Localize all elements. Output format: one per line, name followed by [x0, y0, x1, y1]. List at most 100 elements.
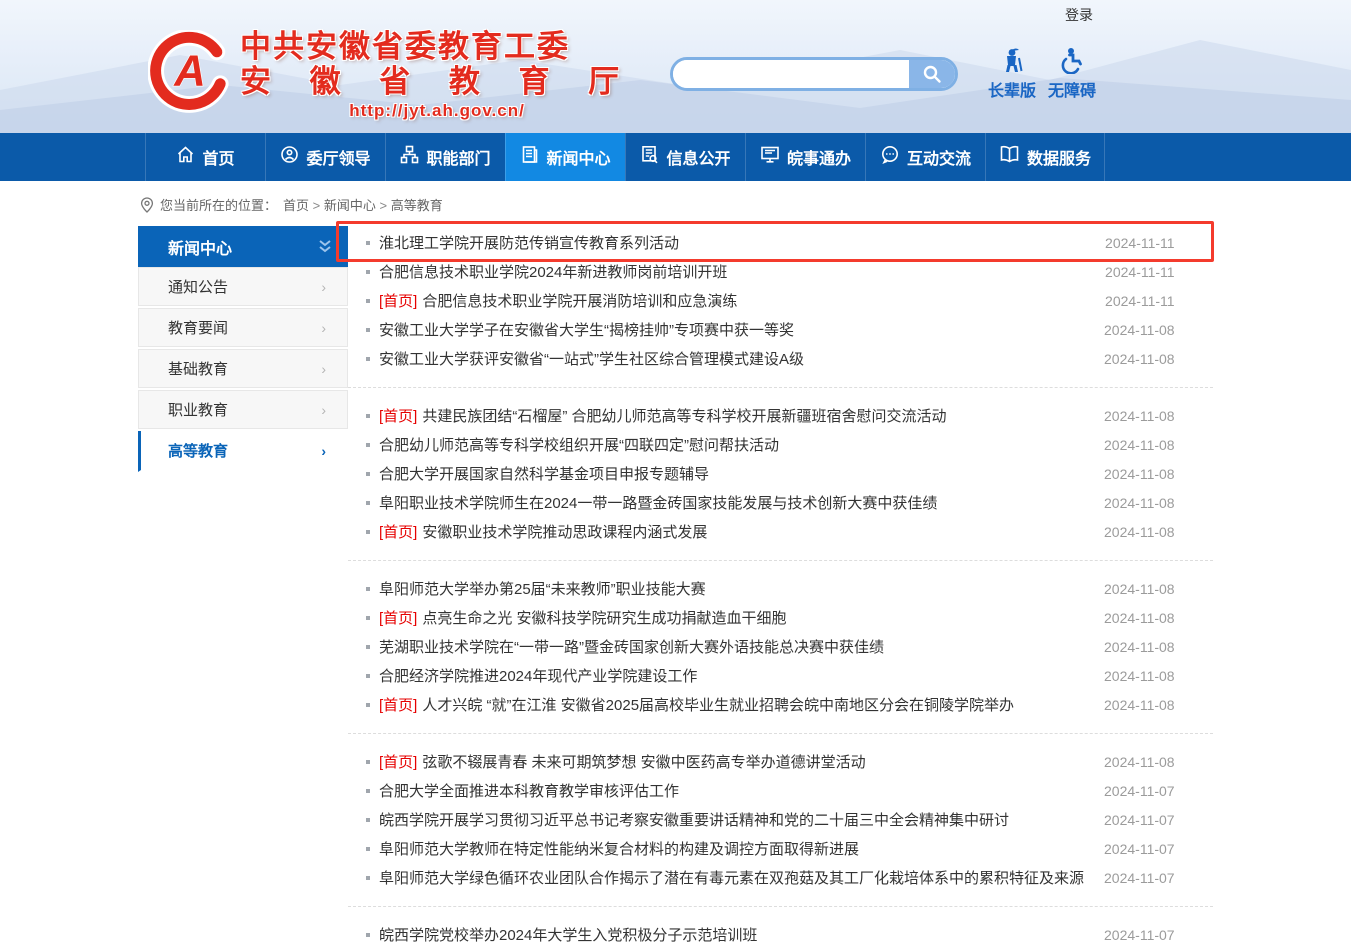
breadcrumb-prefix: 您当前所在的位置：: [160, 195, 277, 214]
search-box: [670, 57, 958, 91]
accessibility-link[interactable]: 无障碍: [1042, 46, 1102, 101]
news-item[interactable]: [首页]弦歌不辍展青春 未来可期筑梦想 安徽中医药高专举办道德讲堂活动2024-…: [348, 747, 1213, 776]
login-link[interactable]: 登录: [1065, 5, 1093, 25]
sidebar-title: 新闻中心: [138, 226, 348, 267]
news-item[interactable]: 淮北理工学院开展防范传销宣传教育系列活动2024-11-11: [348, 228, 1213, 257]
news-item[interactable]: 皖西学院开展学习贯彻习近平总书记考察安徽重要讲话精神和党的二十届三中全会精神集中…: [348, 805, 1213, 834]
news-item[interactable]: 合肥大学全面推进本科教育教学审核评估工作2024-11-07: [348, 776, 1213, 805]
news-item[interactable]: [首页]人才兴皖 “就”在江淮 安徽省2025届高校毕业生就业招聘会皖中南地区分…: [348, 690, 1213, 719]
sidebar-item-label: 基础教育: [168, 358, 228, 379]
bullet-dot: [366, 933, 370, 937]
nav-item-label: 职能部门: [426, 145, 490, 169]
chevron-right-icon: ›: [321, 279, 326, 295]
nav-item-职能部门[interactable]: 职能部门: [385, 133, 505, 181]
news-date: 2024-11-07: [1084, 841, 1175, 857]
bullet-dot: [366, 443, 370, 447]
news-item[interactable]: 皖西学院党校举办2024年大学生入党积极分子示范培训班2024-11-07: [348, 920, 1213, 947]
news-title-link[interactable]: 合肥幼儿师范高等专科学校组织开展“四联四定”慰问帮扶活动: [379, 434, 779, 455]
news-item[interactable]: 阜阳师范大学绿色循环农业团队合作揭示了潜在有毒元素在双孢菇及其工厂化栽培体系中的…: [348, 863, 1213, 892]
site-logo[interactable]: A 中共安徽省委教育工委 安 徽 省 教 育 厅 http://jyt.ah.g…: [148, 30, 634, 122]
news-title-link[interactable]: 皖西学院开展学习贯彻习近平总书记考察安徽重要讲话精神和党的二十届三中全会精神集中…: [379, 809, 1009, 830]
news-title-link[interactable]: 点亮生命之光 安徽科技学院研究生成功捐献造血干细胞: [422, 607, 786, 628]
nav-item-互动交流[interactable]: 互动交流: [865, 133, 985, 181]
news-date: 2024-11-08: [1084, 668, 1175, 684]
bullet-dot: [366, 414, 370, 418]
bullet-dot: [366, 530, 370, 534]
news-title-link[interactable]: 合肥经济学院推进2024年现代产业学院建设工作: [379, 665, 697, 686]
news-item[interactable]: 合肥信息技术职业学院2024年新进教师岗前培训开班2024-11-11: [348, 257, 1213, 286]
news-title-link[interactable]: 共建民族团结“石榴屋” 合肥幼儿师范高等专科学校开展新疆班宿舍慰问交流活动: [422, 405, 946, 426]
news-title-link[interactable]: 合肥信息技术职业学院2024年新进教师岗前培训开班: [379, 261, 727, 282]
bullet-dot: [366, 501, 370, 505]
news-date: 2024-11-08: [1084, 351, 1175, 367]
news-item[interactable]: 阜阳职业技术学院师生在2024一带一路暨金砖国家技能发展与技术创新大赛中获佳绩2…: [348, 488, 1213, 517]
news-title-link[interactable]: 安徽工业大学学子在安徽省大学生“揭榜挂帅”专项赛中获一等奖: [379, 319, 794, 340]
nav-item-皖事通办[interactable]: 皖事通办: [745, 133, 865, 181]
sidebar-item-教育要闻[interactable]: 教育要闻›: [138, 308, 348, 349]
nav-item-首页[interactable]: 首页: [145, 133, 265, 181]
nav-item-新闻中心[interactable]: 新闻中心: [505, 133, 625, 181]
search-input[interactable]: [673, 60, 909, 88]
nav-item-label: 皖事通办: [787, 145, 851, 169]
main-navigation: 首页委厅领导 职能部门新闻中心信息公开 皖事通办互动交流数据服务: [0, 133, 1351, 181]
news-item[interactable]: [首页]安徽职业技术学院推动思政课程内涵式发展2024-11-08: [348, 517, 1213, 546]
site-url: http://jyt.ah.gov.cn/: [240, 100, 634, 122]
chevron-right-icon: ›: [321, 361, 326, 377]
sidebar-item-基础教育[interactable]: 基础教育 ›: [138, 349, 348, 390]
news-title-link[interactable]: 合肥大学全面推进本科教育教学审核评估工作: [379, 780, 679, 801]
bullet-dot: [366, 472, 370, 476]
site-logo-icon: A: [148, 30, 232, 114]
news-date: 2024-11-11: [1085, 293, 1175, 309]
news-title-link[interactable]: 阜阳职业技术学院师生在2024一带一路暨金砖国家技能发展与技术创新大赛中获佳绩: [379, 492, 937, 513]
news-title-link[interactable]: 阜阳师范大学举办第25届“未来教师”职业技能大赛: [379, 578, 706, 599]
news-group: [首页]弦歌不辍展青春 未来可期筑梦想 安徽中医药高专举办道德讲堂活动2024-…: [348, 733, 1213, 892]
news-title-link[interactable]: 淮北理工学院开展防范传销宣传教育系列活动: [379, 232, 679, 253]
double-chevron-down-icon[interactable]: [316, 239, 334, 255]
news-item[interactable]: 合肥大学开展国家自然科学基金项目申报专题辅导2024-11-08: [348, 459, 1213, 488]
news-item[interactable]: 安徽工业大学学子在安徽省大学生“揭榜挂帅”专项赛中获一等奖2024-11-08: [348, 315, 1213, 344]
news-item[interactable]: 阜阳师范大学教师在特定性能纳米复合材料的构建及调控方面取得新进展 2024-11-…: [348, 834, 1213, 863]
news-item[interactable]: 安徽工业大学获评安徽省“一站式”学生社区综合管理模式建设A级 2024-11-08: [348, 344, 1213, 373]
news-item[interactable]: [首页]共建民族团结“石榴屋” 合肥幼儿师范高等专科学校开展新疆班宿舍慰问交流活…: [348, 401, 1213, 430]
news-title-link[interactable]: 芜湖职业技术学院在“一带一路”暨金砖国家创新大赛外语技能总决赛中获佳绩: [379, 636, 884, 657]
news-item[interactable]: 合肥幼儿师范高等专科学校组织开展“四联四定”慰问帮扶活动2024-11-08: [348, 430, 1213, 459]
sidebar-item-职业教育[interactable]: 职业教育›: [138, 390, 348, 431]
news-title-link[interactable]: 合肥信息技术职业学院开展消防培训和应急演练: [422, 290, 737, 311]
nav-item-委厅领导[interactable]: 委厅领导: [265, 133, 385, 181]
sidebar-item-高等教育[interactable]: 高等教育›: [138, 431, 348, 472]
news-title-link[interactable]: 弦歌不辍展青春 未来可期筑梦想 安徽中医药高专举办道德讲堂活动: [422, 751, 865, 772]
nav-item-信息公开[interactable]: 信息公开: [625, 133, 745, 181]
news-title-link[interactable]: 合肥大学开展国家自然科学基金项目申报专题辅导: [379, 463, 709, 484]
bullet-dot: [366, 616, 370, 620]
breadcrumb-trail: 首页 > 新闻中心 > 高等教育: [283, 195, 443, 214]
news-item[interactable]: [首页]合肥信息技术职业学院开展消防培训和应急演练2024-11-11: [348, 286, 1213, 315]
front-page-tag: [首页]: [379, 405, 417, 426]
news-group: 皖西学院党校举办2024年大学生入党积极分子示范培训班2024-11-07合肥幼…: [348, 906, 1213, 947]
breadcrumb-separator: >: [309, 198, 324, 213]
news-item[interactable]: [首页]点亮生命之光 安徽科技学院研究生成功捐献造血干细胞2024-11-08: [348, 603, 1213, 632]
elder-version-link[interactable]: 长辈版: [982, 46, 1042, 101]
news-date: 2024-11-08: [1084, 754, 1175, 770]
doc-search-icon: [640, 145, 659, 169]
news-title-link[interactable]: 人才兴皖 “就”在江淮 安徽省2025届高校毕业生就业招聘会皖中南地区分会在铜陵…: [422, 694, 1014, 715]
sidebar-item-通知公告[interactable]: 通知公告›: [138, 267, 348, 308]
site-header: 登录 A 中共安徽省委教育工委 安 徽 省 教 育 厅 http://jyt.a…: [0, 0, 1351, 133]
breadcrumb-link-高等教育[interactable]: 高等教育: [391, 198, 443, 213]
news-title-link[interactable]: 阜阳师范大学绿色循环农业团队合作揭示了潜在有毒元素在双孢菇及其工厂化栽培体系中的…: [379, 867, 1084, 888]
search-button[interactable]: [909, 60, 955, 88]
breadcrumb-link-新闻中心[interactable]: 新闻中心: [324, 198, 376, 213]
news-title-link[interactable]: 安徽工业大学获评安徽省“一站式”学生社区综合管理模式建设A级: [379, 348, 804, 369]
sidebar-item-label: 职业教育: [168, 399, 228, 420]
news-doc-icon: [520, 145, 539, 169]
breadcrumb-link-首页[interactable]: 首页: [283, 198, 309, 213]
news-item[interactable]: 阜阳师范大学举办第25届“未来教师”职业技能大赛2024-11-08: [348, 574, 1213, 603]
news-item[interactable]: 芜湖职业技术学院在“一带一路”暨金砖国家创新大赛外语技能总决赛中获佳绩2024-…: [348, 632, 1213, 661]
sidebar-item-label: 高等教育: [168, 440, 228, 461]
news-title-link[interactable]: 皖西学院党校举办2024年大学生入党积极分子示范培训班: [379, 924, 757, 945]
news-title-link[interactable]: 安徽职业技术学院推动思政课程内涵式发展: [422, 521, 707, 542]
front-page-tag: [首页]: [379, 607, 417, 628]
news-item[interactable]: 合肥经济学院推进2024年现代产业学院建设工作 2024-11-08: [348, 661, 1213, 690]
nav-item-数据服务[interactable]: 数据服务: [985, 133, 1105, 181]
news-title-link[interactable]: 阜阳师范大学教师在特定性能纳米复合材料的构建及调控方面取得新进展: [379, 838, 859, 859]
monitor-icon: [760, 145, 780, 169]
